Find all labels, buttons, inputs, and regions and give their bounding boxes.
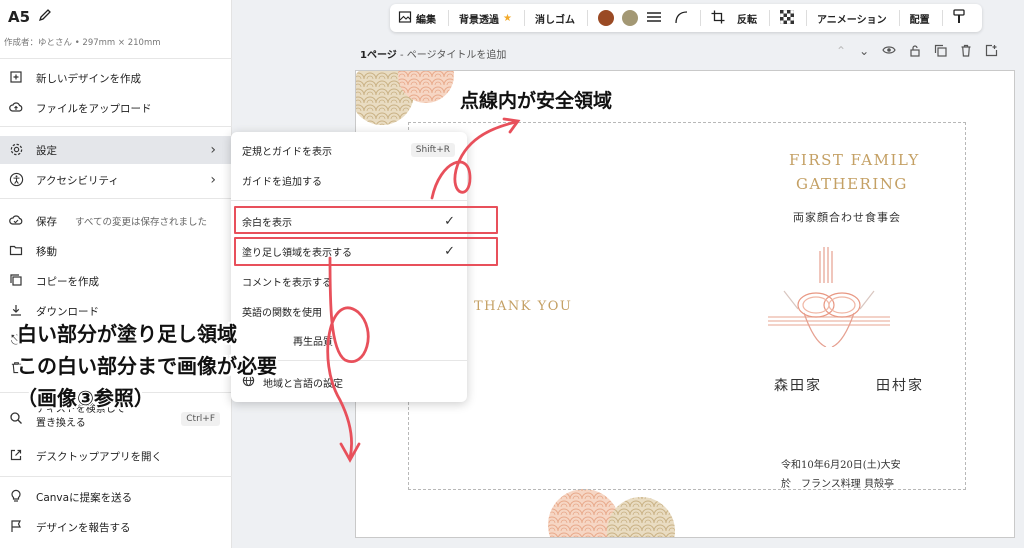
annotation-arrows <box>326 117 521 463</box>
bleed-annotation-line-2: この白い部分まで画像が必要 <box>17 354 277 378</box>
bleed-annotation-line-1: 白い部分が塗り足し領域 <box>17 322 237 346</box>
bleed-annotation-line-3: （画像③参照） <box>17 386 154 410</box>
safe-zone-annotation: 点線内が安全領域 <box>460 90 613 112</box>
